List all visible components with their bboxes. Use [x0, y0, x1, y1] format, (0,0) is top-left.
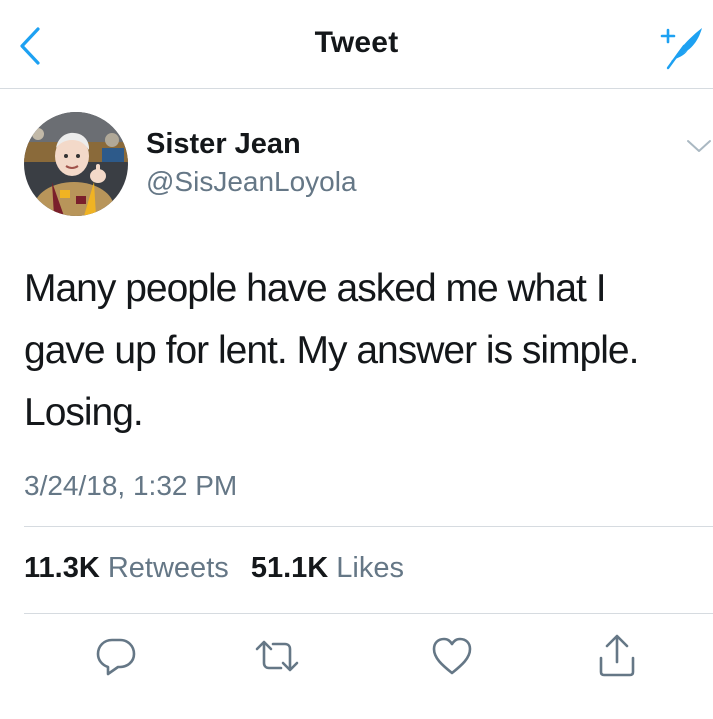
divider — [24, 526, 713, 527]
retweet-icon — [255, 640, 299, 672]
likes-count: 51.1K — [250, 552, 329, 584]
reply-button[interactable] — [92, 632, 140, 680]
divider — [24, 613, 713, 614]
retweets-label: Retweets — [107, 552, 229, 584]
compose-feather-icon — [660, 28, 702, 70]
author-display-name[interactable]: Sister Jean — [146, 128, 301, 161]
retweet-button[interactable] — [253, 632, 301, 680]
navigation-bar: Tweet — [0, 0, 713, 89]
author-handle[interactable]: @SisJeanLoyola — [146, 166, 357, 198]
avatar[interactable] — [24, 112, 128, 216]
likes-stat[interactable]: 51.1K Likes — [251, 552, 404, 585]
compose-tweet-button[interactable] — [654, 20, 706, 72]
page-title: Tweet — [314, 26, 399, 59]
share-button[interactable] — [593, 632, 641, 680]
profile-photo-icon — [24, 112, 128, 216]
tweet-options-button[interactable] — [684, 134, 713, 158]
likes-label: Likes — [336, 552, 404, 584]
reply-icon — [96, 638, 136, 676]
tweet-timestamp: 3/24/18, 1:32 PM — [24, 470, 238, 501]
retweets-stat[interactable]: 11.3K Retweets — [24, 552, 229, 585]
tweet-stats: 11.3K Retweets 51.1K Likes — [24, 552, 418, 585]
retweets-count: 11.3K — [24, 552, 100, 584]
like-button[interactable] — [428, 632, 476, 680]
like-icon — [432, 637, 472, 675]
tweet-header: Sister Jean @SisJeanLoyola — [24, 112, 711, 222]
share-icon — [599, 634, 635, 677]
tweet-text: Many people have asked me what I gave up… — [24, 267, 639, 434]
chevron-down-icon — [687, 140, 711, 152]
